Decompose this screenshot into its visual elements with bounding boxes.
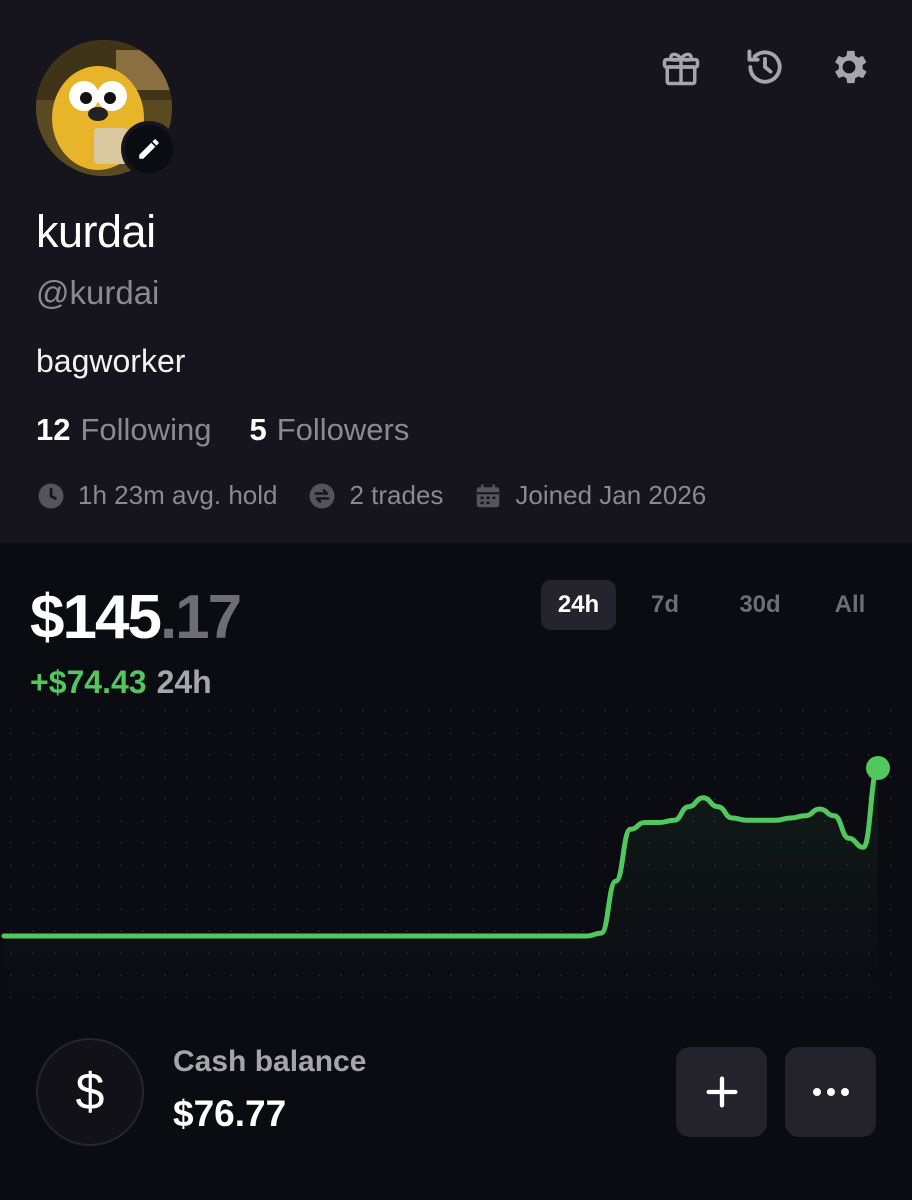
gift-icon <box>662 52 700 86</box>
clock-icon <box>38 483 64 508</box>
top-actions <box>658 44 872 90</box>
following-link[interactable]: 12 Following <box>36 412 211 448</box>
chart-latest-point <box>866 756 890 780</box>
display-name: kurdai <box>36 206 156 257</box>
edit-avatar-button[interactable] <box>121 121 177 177</box>
portfolio-value-cents: .17 <box>159 583 242 652</box>
username-handle: @kurdai <box>36 274 160 311</box>
history-button[interactable] <box>742 44 788 90</box>
following-count: 12 <box>36 412 71 447</box>
follow-stats: 12 Following 5 Followers <box>36 412 409 448</box>
history-icon <box>747 49 782 84</box>
tab-7d[interactable]: 7d <box>616 580 714 630</box>
settings-button[interactable] <box>826 44 872 90</box>
range-tabs: 24h 7d 30d All <box>541 580 894 630</box>
add-cash-button[interactable] <box>676 1047 767 1137</box>
avg-hold-stat: 1h 23m avg. hold <box>36 480 277 511</box>
followers-link[interactable]: 5 Followers <box>249 412 409 448</box>
gear-icon <box>835 50 867 84</box>
followers-count: 5 <box>249 412 267 447</box>
followers-label: Followers <box>276 412 410 447</box>
calendar-icon <box>477 483 500 507</box>
change-period: 24h <box>156 664 212 700</box>
gift-button[interactable] <box>658 44 704 90</box>
tab-30d[interactable]: 30d <box>714 580 806 630</box>
tab-24h[interactable]: 24h <box>541 580 616 630</box>
cash-balance-label: Cash balance <box>173 1045 367 1078</box>
change-amount: +$74.43 <box>30 664 147 700</box>
trades-stat: 2 trades <box>307 480 443 511</box>
tab-all[interactable]: All <box>806 580 894 630</box>
more-icon <box>812 1088 849 1096</box>
dollar-sign-icon: $ <box>75 1063 105 1121</box>
swap-icon <box>309 483 335 508</box>
more-options-button[interactable] <box>785 1047 876 1137</box>
portfolio-value-dollars: $145 <box>30 583 162 652</box>
trades-text: 2 trades <box>349 480 444 510</box>
portfolio-change: +$74.43 24h <box>30 664 212 701</box>
joined-text: Joined Jan 2026 <box>515 480 707 510</box>
avg-hold-text: 1h 23m avg. hold <box>78 480 278 510</box>
pencil-icon <box>139 139 159 159</box>
following-label: Following <box>80 412 212 447</box>
profile-meta: 1h 23m avg. hold 2 trades Joined Jan 202… <box>36 480 706 511</box>
cash-icon: $ <box>36 1038 144 1146</box>
portfolio-chart[interactable] <box>0 700 912 1000</box>
joined-stat: Joined Jan 2026 <box>473 480 706 511</box>
portfolio-value: $145.17 <box>30 582 242 653</box>
plus-icon <box>706 1076 737 1108</box>
bio: bagworker <box>36 343 186 379</box>
profile-header: kurdai @kurdai bagworker 12 Following 5 … <box>0 0 912 543</box>
cash-balance-value: $76.77 <box>173 1093 287 1134</box>
